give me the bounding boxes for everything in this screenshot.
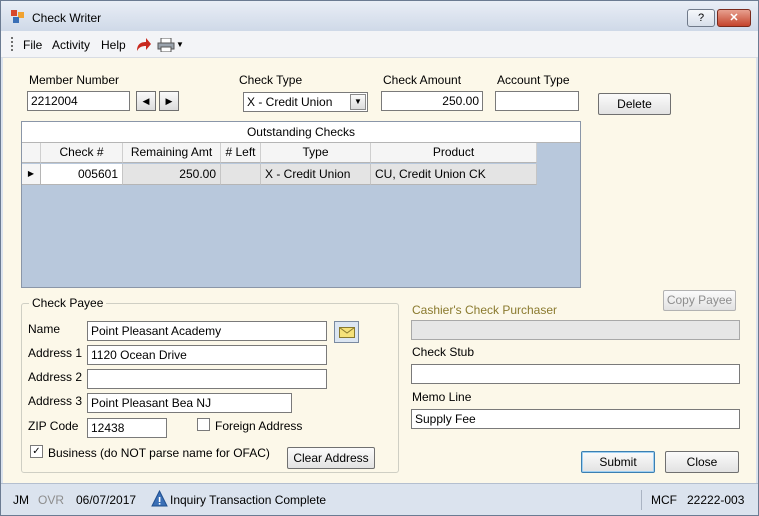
address2-input[interactable] <box>87 369 327 389</box>
account-type-input[interactable] <box>495 91 579 111</box>
foreign-address-label: Foreign Address <box>215 419 303 433</box>
cell-check-no[interactable]: 005601 <box>41 164 123 185</box>
payee-name-input[interactable]: Point Pleasant Academy <box>87 321 327 341</box>
address1-input[interactable]: 1120 Ocean Drive <box>87 345 327 365</box>
address3-input[interactable]: Point Pleasant Bea NJ <box>87 393 292 413</box>
undo-arrow-icon[interactable] <box>134 37 152 53</box>
copy-payee-button[interactable]: Copy Payee <box>663 290 736 311</box>
cell-product[interactable]: CU, Credit Union CK <box>371 164 537 185</box>
menu-file[interactable]: File <box>23 38 42 52</box>
address2-label: Address 2 <box>28 370 83 384</box>
row-selector[interactable]: ▶ <box>22 164 41 185</box>
status-mode: OVR <box>38 493 65 507</box>
close-window-button[interactable]: ✕ <box>717 9 751 27</box>
payee-name-label: Name <box>28 322 61 336</box>
column-header-remaining-amt[interactable]: Remaining Amt <box>123 143 221 163</box>
business-checkbox[interactable]: ✓ <box>30 445 43 458</box>
delete-button[interactable]: Delete <box>598 93 671 115</box>
check-amount-label: Check Amount <box>383 73 462 87</box>
menu-bar: File Activity Help ▼ <box>1 31 758 58</box>
cell-left[interactable] <box>221 164 261 185</box>
toolbar-grip <box>11 37 13 51</box>
title-bar: Check Writer ? ✕ <box>1 1 758 31</box>
check-stub-input[interactable] <box>411 364 740 384</box>
column-header-check-no[interactable]: Check # <box>41 143 123 163</box>
next-member-button[interactable]: ▶ <box>159 91 179 111</box>
check-payee-group: Check Payee Name Point Pleasant Academy … <box>21 296 399 473</box>
printer-icon[interactable] <box>157 38 175 52</box>
check-type-value: X - Credit Union <box>247 95 333 109</box>
address1-label: Address 1 <box>28 346 83 360</box>
check-type-label: Check Type <box>239 73 303 87</box>
cell-type[interactable]: X - Credit Union <box>261 164 371 185</box>
app-icon <box>11 10 24 23</box>
foreign-address-checkbox[interactable] <box>197 418 210 431</box>
status-code: MCF <box>651 493 677 507</box>
check-type-select[interactable]: X - Credit Union ▼ <box>243 92 368 112</box>
cashier-purchaser-input[interactable] <box>411 320 740 340</box>
help-button[interactable]: ? <box>687 9 715 27</box>
submit-button[interactable]: Submit <box>581 451 655 473</box>
status-bar: JM OVR 06/07/2017 Inquiry Transaction Co… <box>1 483 758 515</box>
memo-line-label: Memo Line <box>412 390 472 404</box>
column-header-product[interactable]: Product <box>371 143 537 163</box>
status-message: Inquiry Transaction Complete <box>170 493 327 507</box>
envelope-icon <box>339 327 355 338</box>
print-dropdown-icon[interactable]: ▼ <box>176 40 184 49</box>
menu-activity[interactable]: Activity <box>52 38 90 52</box>
status-date: 06/07/2017 <box>76 493 137 507</box>
check-amount-input[interactable]: 250.00 <box>381 91 483 111</box>
info-icon <box>151 490 168 507</box>
status-user: JM <box>13 493 29 507</box>
cell-remaining-amt[interactable]: 250.00 <box>123 164 221 185</box>
zip-code-input[interactable]: 12438 <box>87 418 167 438</box>
member-number-label: Member Number <box>29 73 120 87</box>
cashier-purchaser-label: Cashier's Check Purchaser <box>412 303 558 317</box>
menu-help[interactable]: Help <box>101 38 126 52</box>
close-button[interactable]: Close <box>665 451 739 473</box>
zip-code-label: ZIP Code <box>28 419 79 433</box>
chevron-down-icon[interactable]: ▼ <box>350 94 366 110</box>
member-number-input[interactable]: 2212004 <box>27 91 130 111</box>
business-label: Business (do NOT parse name for OFAC) <box>48 446 270 460</box>
window-title: Check Writer <box>32 11 102 25</box>
status-separator <box>641 490 642 510</box>
grid-corner-header <box>22 143 41 163</box>
check-payee-title: Check Payee <box>29 296 107 310</box>
form-area: Member Number 2212004 ◀ ▶ Check Type X -… <box>3 58 756 483</box>
clear-address-button[interactable]: Clear Address <box>287 447 375 469</box>
account-type-label: Account Type <box>497 73 570 87</box>
envelope-button[interactable] <box>334 321 359 343</box>
memo-line-input[interactable]: Supply Fee <box>411 409 740 429</box>
grid-caption: Outstanding Checks <box>22 122 580 143</box>
column-header-left[interactable]: # Left <box>221 143 261 163</box>
check-writer-window: Check Writer ? ✕ File Activity Help ▼ Me… <box>0 0 759 516</box>
check-stub-label: Check Stub <box>412 345 475 359</box>
outstanding-checks-grid: Outstanding Checks Check # Remaining Amt… <box>21 121 581 288</box>
address3-label: Address 3 <box>28 394 83 408</box>
prev-member-button[interactable]: ◀ <box>136 91 156 111</box>
column-header-type[interactable]: Type <box>261 143 371 163</box>
status-terminal: 22222-003 <box>687 493 745 507</box>
